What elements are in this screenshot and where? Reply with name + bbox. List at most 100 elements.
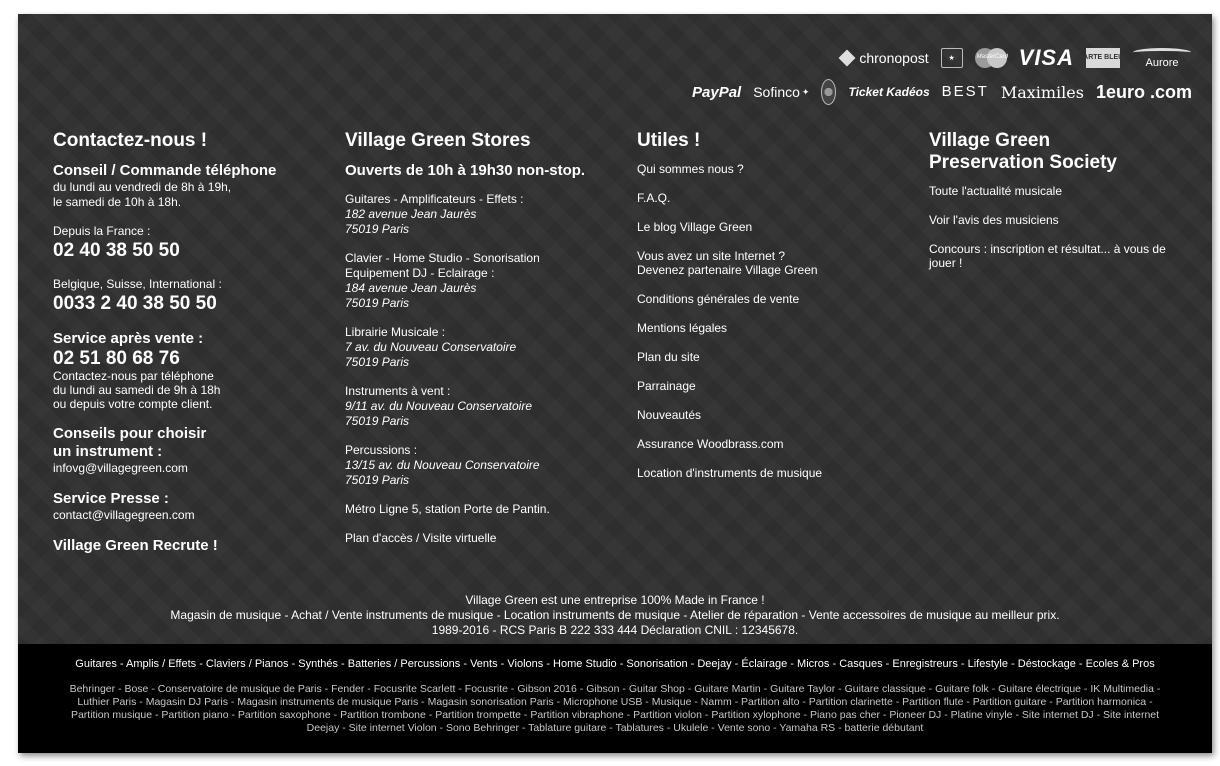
- seo-link[interactable]: Guitar Shop: [629, 683, 685, 695]
- seo-link[interactable]: Gibson: [586, 683, 619, 695]
- referral-link[interactable]: Parrainage: [637, 379, 897, 393]
- france-phone-number[interactable]: 02 40 38 50 50: [53, 239, 313, 263]
- store-winds-name: Instruments à vent :: [345, 384, 451, 398]
- seo-link[interactable]: batterie débutant: [845, 722, 924, 734]
- seo-link[interactable]: Guitare Taylor: [770, 683, 835, 695]
- seo-link[interactable]: Microphone USB: [563, 696, 642, 708]
- seo-link[interactable]: Ukulele: [673, 722, 708, 734]
- seo-link[interactable]: Focusrite: [465, 683, 508, 695]
- seo-link[interactable]: Guitare folk: [935, 683, 989, 695]
- partner-logos: chronopost ★ MasterCard VISA CARTE BLEUE…: [692, 44, 1192, 112]
- seo-link[interactable]: Piano pas cher: [810, 709, 880, 721]
- seo-link[interactable]: Magasin instruments de musique Paris: [237, 696, 418, 708]
- press-email-link[interactable]: contact@villagegreen.com: [53, 508, 313, 523]
- blog-link[interactable]: Le blog Village Green: [637, 220, 897, 234]
- category-link[interactable]: Home Studio: [553, 658, 617, 670]
- seo-link[interactable]: Behringer: [70, 683, 116, 695]
- maximiles-logo: Maximiles: [1000, 82, 1084, 102]
- seo-link[interactable]: Luthier Paris: [77, 696, 136, 708]
- seo-link[interactable]: Partition xylophone: [711, 709, 800, 721]
- seo-link[interactable]: Partition trompette: [435, 709, 521, 721]
- category-link[interactable]: Violons: [507, 658, 543, 670]
- seo-link[interactable]: Tablatures: [615, 722, 663, 734]
- seo-link[interactable]: Pioneer DJ: [889, 709, 941, 721]
- legal-link[interactable]: Mentions légales: [637, 321, 897, 335]
- seo-link[interactable]: Partition saxophone: [238, 709, 331, 721]
- category-link[interactable]: Deejay: [697, 658, 731, 670]
- seo-link[interactable]: Magasin sonorisation Paris: [428, 696, 554, 708]
- seo-link[interactable]: Partition flute: [902, 696, 963, 708]
- seo-link[interactable]: Gibson 2016: [517, 683, 577, 695]
- map-link[interactable]: Plan d'accès / Visite virtuelle: [345, 531, 605, 546]
- category-link[interactable]: Lifestyle: [968, 658, 1008, 670]
- partner-link-line-2: Devenez partenaire Village Green: [637, 263, 818, 277]
- category-link[interactable]: Synthés: [298, 658, 338, 670]
- seo-link[interactable]: Site internet Violon: [349, 722, 437, 734]
- category-link[interactable]: Ecoles & Pros: [1086, 658, 1155, 670]
- seo-link[interactable]: Vente sono: [718, 722, 771, 734]
- category-link[interactable]: Vents: [470, 658, 498, 670]
- society-title: Village Green Preservation Society: [929, 130, 1189, 174]
- sitemap-link[interactable]: Plan du site: [637, 350, 897, 364]
- useful-title: Utiles !: [637, 130, 701, 151]
- seo-link[interactable]: Guitare classique: [845, 683, 926, 695]
- seo-link[interactable]: Magasin DJ Paris: [146, 696, 228, 708]
- best-logo: BEST: [941, 83, 989, 100]
- contest-link[interactable]: Concours : inscription et résultat... à …: [929, 242, 1189, 270]
- seo-link[interactable]: Partition vibraphone: [530, 709, 623, 721]
- category-link[interactable]: Enregistreurs: [892, 658, 957, 670]
- after-sales-heading: Service après vente :: [53, 330, 204, 347]
- category-link[interactable]: Déstockage: [1018, 658, 1076, 670]
- jobs-link[interactable]: Village Green Recrute !: [53, 537, 313, 555]
- category-link[interactable]: Amplis / Effets: [126, 658, 196, 670]
- about-link[interactable]: Qui sommes nous ?: [637, 162, 897, 176]
- seo-link[interactable]: Yamaha RS: [779, 722, 835, 734]
- rental-link[interactable]: Location d'instruments de musique: [637, 466, 897, 480]
- faq-link[interactable]: F.A.Q.: [637, 191, 897, 205]
- contact-title: Contactez-nous !: [53, 130, 208, 151]
- category-link[interactable]: Guitares: [75, 658, 117, 670]
- seo-link[interactable]: Musique: [652, 696, 692, 708]
- category-link[interactable]: Batteries / Percussions: [348, 658, 461, 670]
- seo-link[interactable]: Partition clarinette: [809, 696, 893, 708]
- company-line-3: 1989-2016 - RCS Paris B 222 333 444 Décl…: [431, 623, 799, 637]
- seo-link[interactable]: Partition piano: [161, 709, 228, 721]
- musician-reviews-link[interactable]: Voir l'avis des musiciens: [929, 213, 1189, 227]
- seo-link[interactable]: Guitare Martin: [694, 683, 761, 695]
- paypal-logo: PayPal: [692, 83, 742, 101]
- category-link[interactable]: Micros: [797, 658, 829, 670]
- seo-link[interactable]: Partition harmonica: [1056, 696, 1146, 708]
- carte-bleue-logo: CARTE BLEUE: [1078, 48, 1128, 68]
- seo-link[interactable]: Namm: [701, 696, 732, 708]
- category-link[interactable]: Casques: [839, 658, 882, 670]
- seo-link[interactable]: Partition guitare: [973, 696, 1047, 708]
- after-sales-phone-number[interactable]: 02 51 80 68 76: [53, 348, 313, 369]
- insurance-link[interactable]: Assurance Woodbrass.com: [637, 437, 897, 451]
- logos-row-1: chronopost ★ MasterCard VISA CARTE BLEUE…: [692, 44, 1192, 72]
- seo-link[interactable]: Focusrite Scarlett: [374, 683, 456, 695]
- seo-link[interactable]: Tablature guitare: [528, 722, 606, 734]
- seo-link[interactable]: Partition trombone: [340, 709, 426, 721]
- terms-link[interactable]: Conditions générales de vente: [637, 292, 897, 306]
- seo-link[interactable]: Fender: [331, 683, 364, 695]
- seo-link[interactable]: Sono Behringer: [446, 722, 519, 734]
- chronopost-box-icon: [838, 49, 856, 67]
- seo-link[interactable]: Partition violon: [633, 709, 702, 721]
- seo-link[interactable]: Partition alto: [741, 696, 799, 708]
- seo-link[interactable]: Platine vinyle: [951, 709, 1013, 721]
- partner-link[interactable]: Vous avez un site Internet ? Devenez part…: [637, 249, 897, 277]
- category-link[interactable]: Sonorisation: [626, 658, 687, 670]
- music-news-link[interactable]: Toute l'actualité musicale: [929, 184, 1189, 198]
- intl-phone-number[interactable]: 0033 2 40 38 50 50: [53, 292, 313, 316]
- seo-link[interactable]: Partition musique: [71, 709, 152, 721]
- seo-link[interactable]: Guitare électrique: [998, 683, 1081, 695]
- seo-link[interactable]: IK Multimedia: [1090, 683, 1154, 695]
- new-products-link[interactable]: Nouveautés: [637, 408, 897, 422]
- category-link[interactable]: Claviers / Pianos: [206, 658, 289, 670]
- seo-link[interactable]: Site internet DJ: [1022, 709, 1094, 721]
- seo-link[interactable]: Conservatoire de musique de Paris: [158, 683, 322, 695]
- mastercard-logo: MasterCard: [974, 48, 1008, 68]
- seo-link[interactable]: Bose: [124, 683, 148, 695]
- advice-email-link[interactable]: infovg@villagegreen.com: [53, 461, 313, 476]
- category-link[interactable]: Éclairage: [741, 658, 787, 670]
